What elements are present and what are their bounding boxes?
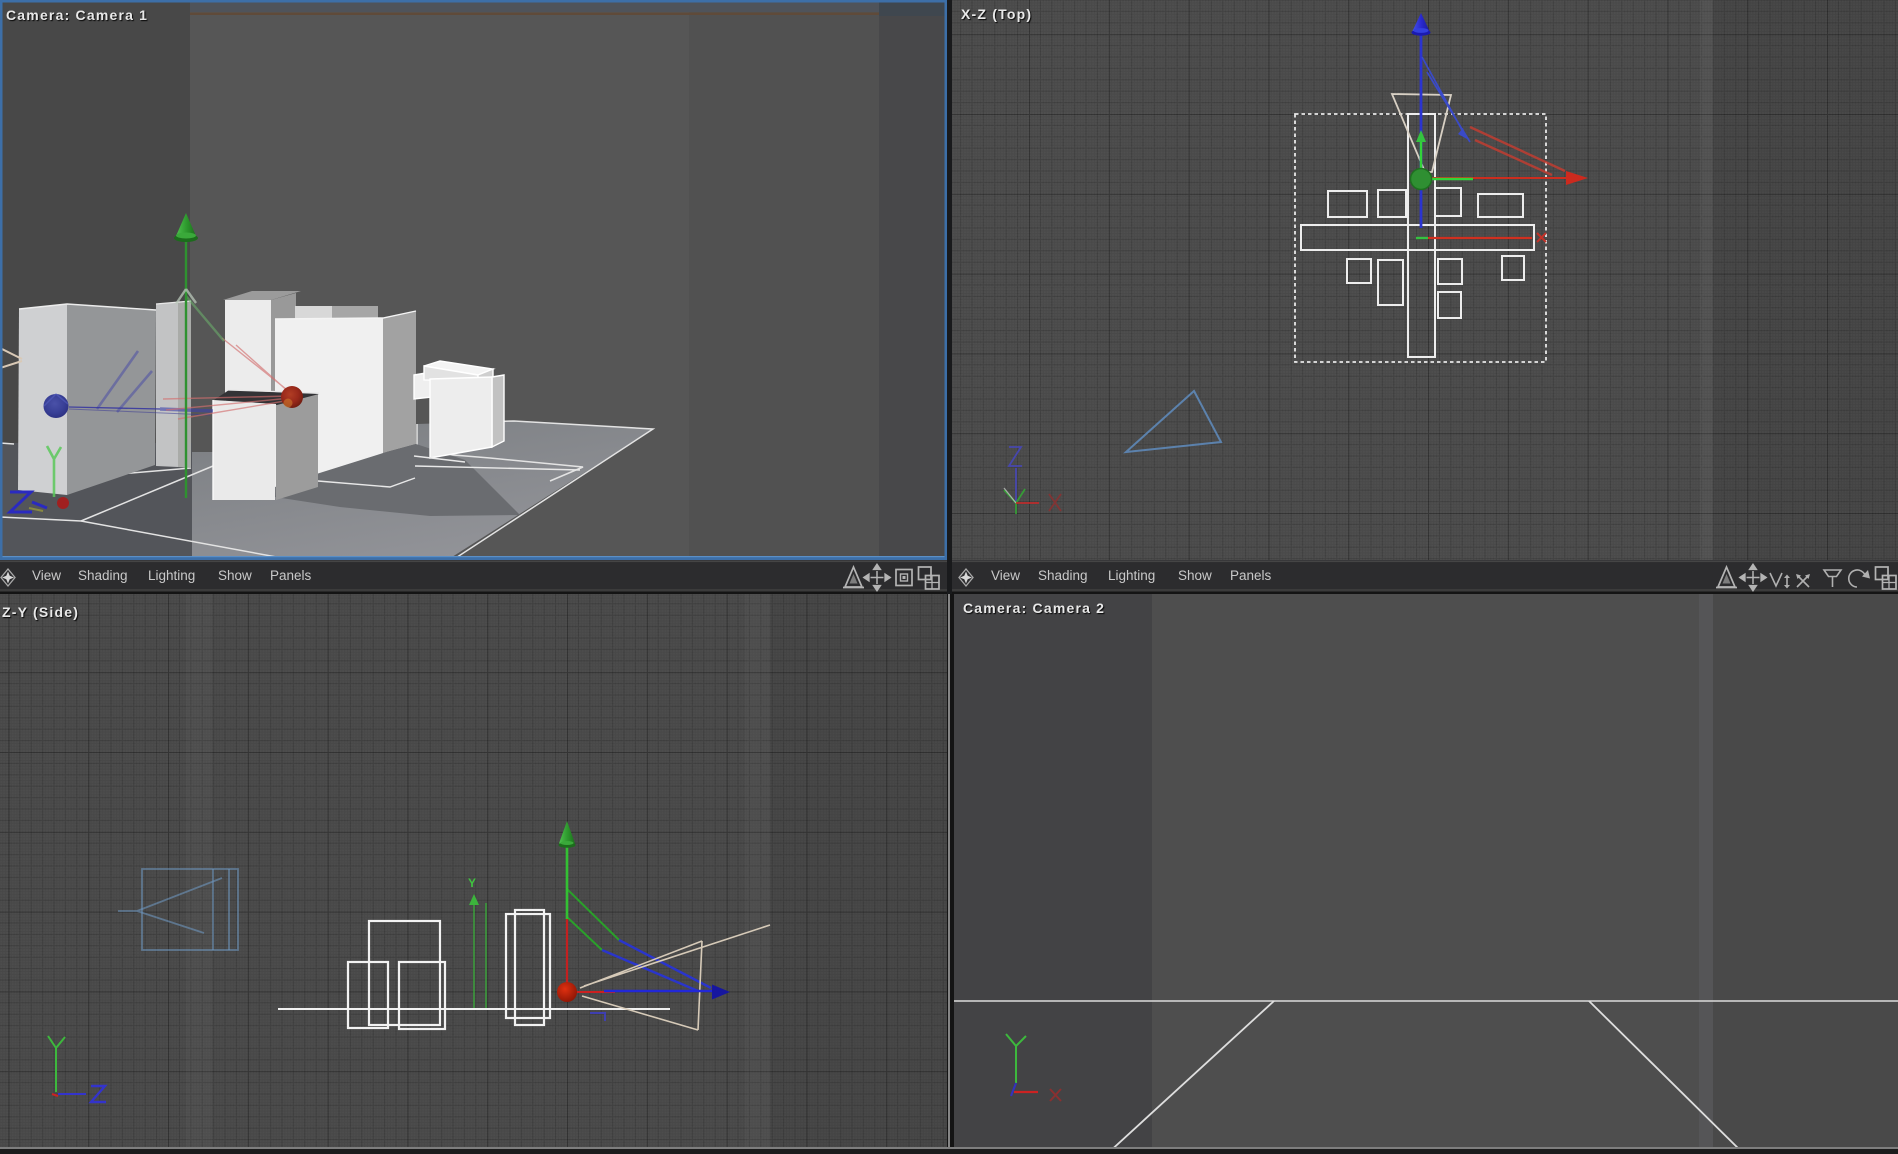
svg-text:Y: Y — [468, 876, 476, 890]
